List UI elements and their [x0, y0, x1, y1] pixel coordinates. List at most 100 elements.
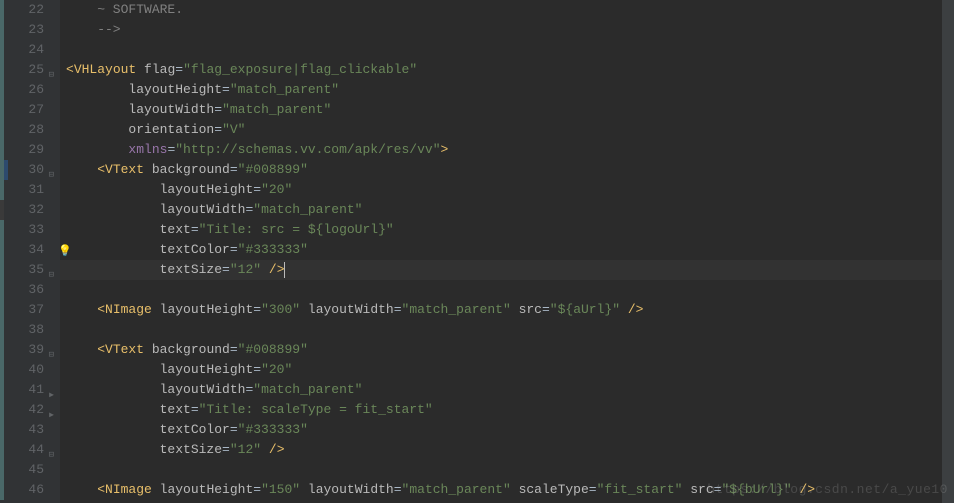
code-token: [300, 302, 308, 317]
code-token: =: [230, 422, 238, 437]
code-token: "12": [230, 442, 261, 457]
code-token: =: [253, 182, 261, 197]
line-number[interactable]: 29: [0, 140, 44, 160]
code-token: [144, 342, 152, 357]
code-line[interactable]: <VHLayout flag="flag_exposure|flag_click…: [60, 60, 954, 80]
code-line[interactable]: layoutHeight="match_parent": [60, 80, 954, 100]
line-number[interactable]: 38: [0, 320, 44, 340]
code-line[interactable]: layoutHeight="20": [60, 180, 954, 200]
change-marker: [0, 180, 4, 200]
code-token: =: [191, 402, 199, 417]
code-editor[interactable]: 22232425⊟2627282930⊟31323334💡35⊟36373839…: [0, 0, 954, 503]
line-number[interactable]: 39⊟: [0, 340, 44, 360]
line-number[interactable]: 27: [0, 100, 44, 120]
code-line[interactable]: layoutWidth="match_parent": [60, 100, 954, 120]
vertical-scrollbar[interactable]: [942, 0, 954, 503]
code-line[interactable]: textSize="12" />: [60, 260, 954, 280]
line-number[interactable]: 36: [0, 280, 44, 300]
code-token: =: [230, 342, 238, 357]
code-line[interactable]: textColor="#333333": [60, 420, 954, 440]
code-token: =: [394, 302, 402, 317]
code-token: [261, 442, 269, 457]
code-token: layoutWidth: [160, 382, 246, 397]
code-line[interactable]: [60, 320, 954, 340]
change-marker: [0, 200, 4, 220]
code-line[interactable]: textSize="12" />: [60, 440, 954, 460]
code-line[interactable]: -->: [60, 20, 954, 40]
line-number[interactable]: 40: [0, 360, 44, 380]
line-number[interactable]: 24: [0, 40, 44, 60]
code-token: text: [160, 402, 191, 417]
code-line[interactable]: <VText background="#008899": [60, 340, 954, 360]
line-number[interactable]: 45: [0, 460, 44, 480]
line-number[interactable]: 37: [0, 300, 44, 320]
line-number[interactable]: 32: [0, 200, 44, 220]
code-token: "flag_exposure|flag_clickable": [183, 62, 417, 77]
code-line[interactable]: layoutHeight="20": [60, 360, 954, 380]
code-token: "20": [261, 182, 292, 197]
code-token: "#008899": [238, 162, 308, 177]
line-number[interactable]: 23: [0, 20, 44, 40]
code-token: layoutHeight: [160, 182, 254, 197]
code-token: textColor: [160, 422, 230, 437]
fold-open-icon[interactable]: ⊟: [45, 345, 54, 354]
code-token: />: [628, 302, 644, 317]
code-line[interactable]: ~ SOFTWARE.: [60, 0, 954, 20]
code-token: "#333333": [238, 422, 308, 437]
code-token: VText: [105, 342, 144, 357]
code-token: layoutHeight: [160, 302, 254, 317]
line-number[interactable]: 28: [0, 120, 44, 140]
code-token: layoutHeight: [128, 82, 222, 97]
line-number[interactable]: 43: [0, 420, 44, 440]
line-number[interactable]: 42▶: [0, 400, 44, 420]
code-token: />: [269, 262, 285, 277]
change-marker: [0, 400, 4, 420]
code-token: layoutWidth: [308, 482, 394, 497]
code-line[interactable]: [60, 280, 954, 300]
line-number[interactable]: 22: [0, 0, 44, 20]
change-marker: [0, 0, 4, 20]
line-number[interactable]: 44⊟: [0, 440, 44, 460]
fold-open-icon[interactable]: ⊟: [45, 65, 54, 74]
code-line[interactable]: xmlns="http://schemas.vv.com/apk/res/vv"…: [60, 140, 954, 160]
code-line[interactable]: textColor="#333333": [60, 240, 954, 260]
bookmark-arrow-icon[interactable]: ▶: [49, 386, 54, 406]
code-line[interactable]: [60, 40, 954, 60]
line-number[interactable]: 30⊟: [0, 160, 44, 180]
bookmark-arrow-icon[interactable]: ▶: [49, 406, 54, 426]
code-line[interactable]: layoutWidth="match_parent": [60, 380, 954, 400]
line-number[interactable]: 41▶: [0, 380, 44, 400]
code-line[interactable]: <NImage layoutHeight="300" layoutWidth="…: [60, 300, 954, 320]
code-line[interactable]: [60, 460, 954, 480]
code-line[interactable]: <VText background="#008899": [60, 160, 954, 180]
code-token: [66, 422, 160, 437]
code-token: [66, 242, 160, 257]
line-number[interactable]: 34💡: [0, 240, 44, 260]
fold-open-icon[interactable]: ⊟: [45, 165, 54, 174]
code-token: "Title: scaleType = fit_start": [199, 402, 433, 417]
code-line[interactable]: text="Title: scaleType = fit_start": [60, 400, 954, 420]
code-token: VText: [105, 162, 144, 177]
code-token: "${aUrl}": [550, 302, 620, 317]
code-token: [66, 382, 160, 397]
line-number[interactable]: 25⊟: [0, 60, 44, 80]
line-number[interactable]: 35⊟: [0, 260, 44, 280]
line-number[interactable]: 31: [0, 180, 44, 200]
code-line[interactable]: layoutWidth="match_parent": [60, 200, 954, 220]
code-line[interactable]: text="Title: src = ${logoUrl}": [60, 220, 954, 240]
line-number[interactable]: 46: [0, 480, 44, 500]
code-area[interactable]: ~ SOFTWARE. --> <VHLayout flag="flag_expo…: [60, 0, 954, 503]
code-token: [511, 482, 519, 497]
code-token: "match_parent": [222, 102, 331, 117]
line-number[interactable]: 26: [0, 80, 44, 100]
line-number-gutter[interactable]: 22232425⊟2627282930⊟31323334💡35⊟36373839…: [0, 0, 60, 503]
code-token: "http://schemas.vv.com/apk/res/vv": [175, 142, 440, 157]
line-number[interactable]: 33: [0, 220, 44, 240]
change-marker: [0, 220, 4, 240]
code-token: "match_parent": [253, 382, 362, 397]
change-marker: [0, 240, 4, 260]
code-token: layoutWidth: [128, 102, 214, 117]
code-line[interactable]: orientation="V": [60, 120, 954, 140]
fold-close-icon[interactable]: ⊟: [45, 265, 54, 274]
fold-close-icon[interactable]: ⊟: [45, 445, 54, 454]
